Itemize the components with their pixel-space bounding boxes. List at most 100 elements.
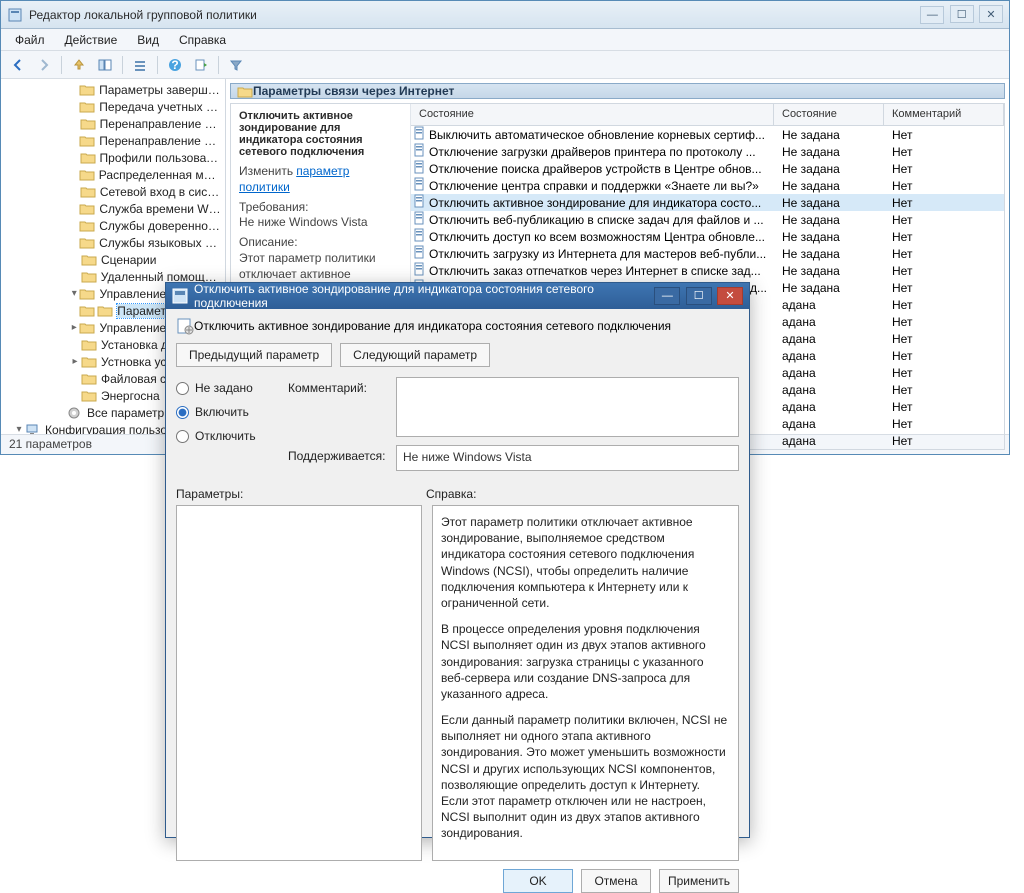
- dialog-maximize-button[interactable]: ☐: [686, 287, 712, 305]
- main-title: Редактор локальной групповой политики: [29, 8, 918, 22]
- tree-item[interactable]: Службы доверенного пла: [1, 217, 225, 234]
- maximize-button[interactable]: ☐: [950, 5, 974, 23]
- row-comment: Нет: [884, 281, 1004, 295]
- list-row[interactable]: Отключить веб-публикацию в списке задач …: [411, 211, 1004, 228]
- config-icon: [176, 317, 194, 335]
- row-name: Отключение центра справки и поддержки «З…: [429, 179, 774, 193]
- main-titlebar[interactable]: Редактор локальной групповой политики — …: [1, 1, 1009, 29]
- folder-icon: [25, 423, 41, 435]
- tree-item[interactable]: Перенаправление устрой: [1, 132, 225, 149]
- row-comment: Нет: [884, 417, 1004, 431]
- dialog-icon: [172, 288, 188, 304]
- radio-disable[interactable]: Отключить: [176, 429, 276, 443]
- list-row[interactable]: Отключение поиска драйверов устройств в …: [411, 160, 1004, 177]
- tree-item[interactable]: Передача учетных данны: [1, 98, 225, 115]
- help-button[interactable]: ?: [164, 54, 186, 76]
- supported-label: Поддерживается:: [288, 445, 388, 471]
- folder-icon: [81, 389, 97, 403]
- chevron-icon[interactable]: ▸: [69, 322, 79, 333]
- policy-icon: [411, 143, 429, 160]
- chevron-icon[interactable]: ▾: [13, 424, 25, 434]
- col-name[interactable]: Состояние: [411, 104, 774, 125]
- tree-item[interactable]: Сценарии: [1, 251, 225, 268]
- help-pane[interactable]: Этот параметр политики отключает активно…: [432, 505, 739, 861]
- row-comment: Нет: [884, 400, 1004, 414]
- list-header[interactable]: Состояние Состояние Комментарий: [411, 104, 1004, 126]
- tree-item[interactable]: Сетевой вход в систему: [1, 183, 225, 200]
- tree-item[interactable]: Перенаправление папки: [1, 115, 225, 132]
- radio-enable[interactable]: Включить: [176, 405, 276, 419]
- row-comment: Нет: [884, 213, 1004, 227]
- policy-dialog: Отключить активное зондирование для инди…: [165, 282, 750, 838]
- folder-icon: [81, 253, 97, 267]
- up-button[interactable]: [68, 54, 90, 76]
- svg-text:?: ?: [171, 58, 178, 72]
- menu-help[interactable]: Справка: [169, 31, 236, 49]
- chevron-icon[interactable]: ▸: [69, 356, 81, 367]
- minimize-button[interactable]: —: [920, 6, 944, 24]
- row-comment: Нет: [884, 196, 1004, 210]
- menu-action[interactable]: Действие: [55, 31, 128, 49]
- filter-button[interactable]: [225, 54, 247, 76]
- row-state: Не задана: [774, 264, 884, 278]
- row-state: адана: [774, 298, 884, 312]
- tree-item-label: Сценарии: [101, 253, 156, 267]
- dialog-titlebar[interactable]: Отключить активное зондирование для инди…: [166, 283, 749, 309]
- dialog-minimize-button[interactable]: —: [654, 287, 680, 305]
- ok-button[interactable]: OK: [503, 869, 573, 893]
- row-state: адана: [774, 349, 884, 363]
- row-state: Не задана: [774, 213, 884, 227]
- folder-icon: [80, 117, 96, 131]
- list-row[interactable]: Отключение загрузки драйверов принтера п…: [411, 143, 1004, 160]
- export-button[interactable]: [190, 54, 212, 76]
- tree-item[interactable]: Параметры завершения р: [1, 81, 225, 98]
- list-button[interactable]: [129, 54, 151, 76]
- tree-item-label: Перенаправление устрой: [99, 134, 221, 148]
- row-state: адана: [774, 332, 884, 346]
- prev-param-button[interactable]: Предыдущий параметр: [176, 343, 332, 367]
- tree-item[interactable]: Служба времени Window: [1, 200, 225, 217]
- row-name: Отключение поиска драйверов устройств в …: [429, 162, 774, 176]
- folder-icon: [79, 134, 95, 148]
- row-state: Не задана: [774, 196, 884, 210]
- list-row[interactable]: Отключить загрузку из Интернета для маст…: [411, 245, 1004, 262]
- list-row[interactable]: Отключить активное зондирование для инди…: [411, 194, 1004, 211]
- back-button[interactable]: [7, 54, 29, 76]
- forward-button[interactable]: [33, 54, 55, 76]
- tree-item-label: Все параметры: [87, 406, 173, 420]
- folder-icon: [79, 287, 95, 301]
- menu-view[interactable]: Вид: [127, 31, 169, 49]
- row-comment: Нет: [884, 298, 1004, 312]
- list-row[interactable]: Отключить доступ ко всем возможностям Це…: [411, 228, 1004, 245]
- folder-icon: [67, 406, 83, 420]
- policy-icon: [411, 160, 429, 177]
- row-name: Выключить автоматическое обновление корн…: [429, 128, 774, 142]
- comment-label: Комментарий:: [288, 377, 388, 437]
- row-name: Отключить загрузку из Интернета для маст…: [429, 247, 774, 261]
- policy-icon: [411, 177, 429, 194]
- folder-icon: [237, 85, 253, 98]
- tree-item-label: Службы доверенного пла: [99, 219, 221, 233]
- radio-notset[interactable]: Не задано: [176, 381, 276, 395]
- close-button[interactable]: ✕: [979, 5, 1003, 23]
- list-row[interactable]: Выключить автоматическое обновление корн…: [411, 126, 1004, 143]
- dialog-close-button[interactable]: ✕: [717, 287, 743, 305]
- folder-icon: [79, 100, 95, 114]
- list-row[interactable]: Отключение центра справки и поддержки «З…: [411, 177, 1004, 194]
- chevron-icon[interactable]: ▾: [69, 288, 79, 299]
- row-state: Не задана: [774, 128, 884, 142]
- next-param-button[interactable]: Следующий параметр: [340, 343, 490, 367]
- apply-button[interactable]: Применить: [659, 869, 739, 893]
- col-state[interactable]: Состояние: [774, 104, 884, 125]
- cancel-button[interactable]: Отмена: [581, 869, 651, 893]
- tree-item[interactable]: Распределенная модель C: [1, 166, 225, 183]
- params-pane[interactable]: [176, 505, 422, 861]
- folder-icon: [81, 338, 97, 352]
- tree-item[interactable]: Службы языковых станда: [1, 234, 225, 251]
- col-comment[interactable]: Комментарий: [884, 104, 1004, 125]
- menu-file[interactable]: Файл: [5, 31, 55, 49]
- tree-item[interactable]: Профили пользователей: [1, 149, 225, 166]
- list-row[interactable]: Отключить заказ отпечатков через Интерне…: [411, 262, 1004, 279]
- comment-field[interactable]: [396, 377, 739, 437]
- tree-toggle-button[interactable]: [94, 54, 116, 76]
